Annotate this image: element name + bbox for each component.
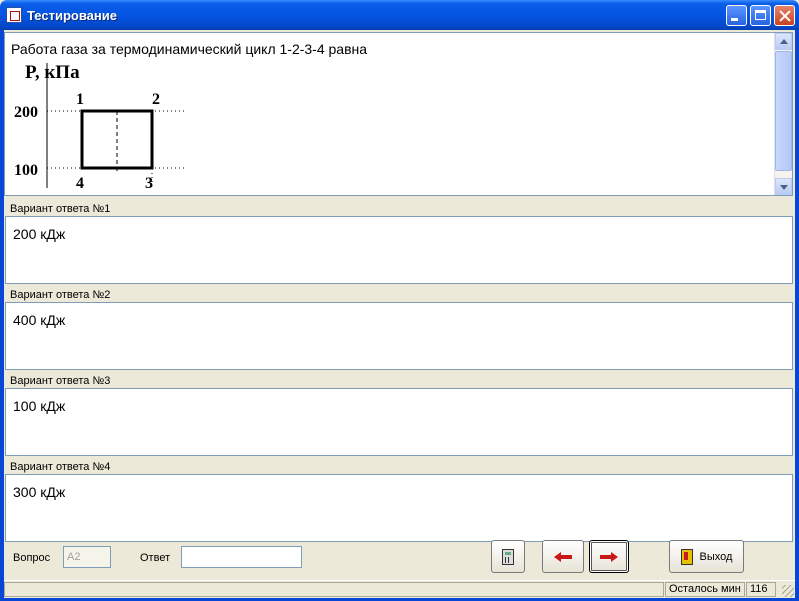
maximize-button[interactable] bbox=[750, 5, 771, 26]
answer-text-1: 200 кДж bbox=[13, 226, 66, 242]
answer-label-2: Вариант ответа №2 bbox=[9, 289, 112, 301]
resize-grip[interactable] bbox=[782, 585, 794, 597]
y-axis-label: P, кПа bbox=[25, 62, 80, 83]
point-label-2: 2 bbox=[152, 91, 160, 108]
answer-input-label: Ответ bbox=[140, 552, 171, 564]
answer-text-3: 100 кДж bbox=[13, 398, 66, 414]
answer-option-3[interactable]: 100 кДж bbox=[5, 388, 793, 456]
point-label-3: 3 bbox=[145, 175, 153, 188]
point-label-4: 4 bbox=[76, 175, 84, 188]
y-tick-200: 200 bbox=[14, 104, 38, 121]
answer-option-2[interactable]: 400 кДж bbox=[5, 302, 793, 370]
scroll-down-button[interactable] bbox=[775, 178, 792, 195]
chevron-down-icon bbox=[780, 185, 788, 190]
window-title: Тестирование bbox=[27, 8, 117, 23]
answer-text-4: 300 кДж bbox=[13, 484, 66, 500]
answer-text-2: 400 кДж bbox=[13, 312, 66, 328]
answer-option-1[interactable]: 200 кДж bbox=[5, 216, 793, 284]
title-bar[interactable]: Тестирование bbox=[0, 0, 799, 30]
pv-diagram: P, кПа 200 100 1 2 3 4 bbox=[14, 62, 185, 188]
next-question-button[interactable] bbox=[589, 540, 629, 573]
arrow-left-icon bbox=[554, 551, 572, 562]
time-remaining-value: 116 bbox=[746, 582, 776, 597]
minimize-button[interactable] bbox=[726, 5, 747, 26]
scroll-up-button[interactable] bbox=[775, 33, 792, 50]
question-number-field bbox=[63, 546, 111, 568]
previous-question-button[interactable] bbox=[542, 540, 584, 573]
close-button[interactable] bbox=[774, 5, 795, 26]
scroll-thumb[interactable] bbox=[775, 51, 792, 171]
y-tick-100: 100 bbox=[14, 162, 38, 179]
app-icon[interactable] bbox=[6, 7, 22, 23]
answer-label-3: Вариант ответа №3 bbox=[9, 375, 112, 387]
status-panel-main bbox=[4, 582, 664, 597]
calculator-icon bbox=[502, 548, 514, 565]
chevron-up-icon bbox=[780, 39, 788, 44]
calculator-button[interactable] bbox=[491, 540, 525, 573]
answer-label-1: Вариант ответа №1 bbox=[9, 203, 112, 215]
question-scrollbar[interactable] bbox=[774, 33, 792, 195]
question-panel[interactable]: Работа газа за термодинамический цикл 1-… bbox=[4, 32, 793, 196]
status-bar: Осталось мин 116 bbox=[4, 580, 795, 598]
exit-button-label: Выход bbox=[699, 550, 733, 563]
answer-option-4[interactable]: 300 кДж bbox=[5, 474, 793, 542]
question-number-label: Вопрос bbox=[13, 552, 51, 564]
point-label-1: 1 bbox=[76, 91, 84, 108]
answer-input[interactable] bbox=[181, 546, 302, 568]
question-text: Работа газа за термодинамический цикл 1-… bbox=[11, 41, 368, 57]
answer-label-4: Вариант ответа №4 bbox=[9, 461, 112, 473]
exit-button[interactable]: Выход bbox=[669, 540, 744, 573]
window-frame-right bbox=[795, 30, 799, 601]
arrow-right-icon bbox=[600, 551, 618, 562]
time-remaining-label: Осталось мин bbox=[665, 582, 745, 597]
exit-door-icon bbox=[680, 548, 693, 565]
